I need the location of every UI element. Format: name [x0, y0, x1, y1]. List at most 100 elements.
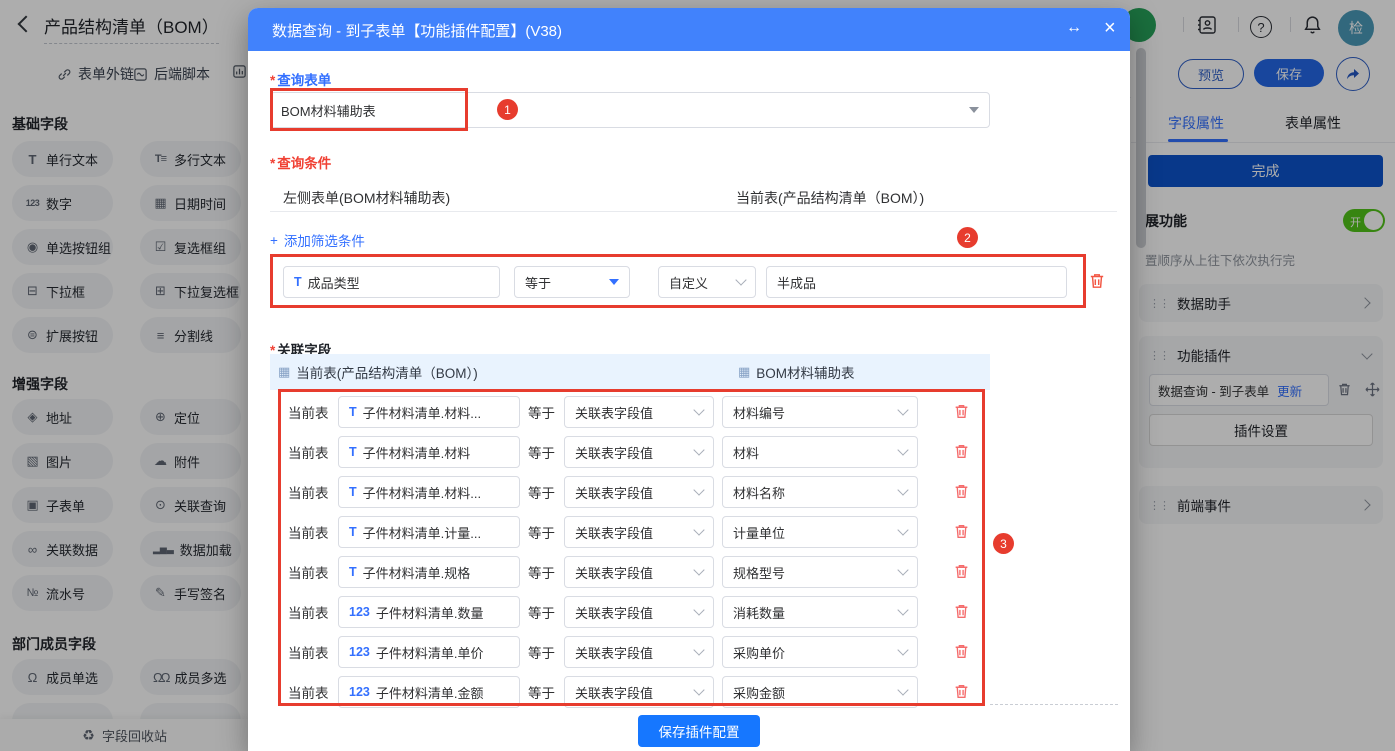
query-form-label: *查询表单: [270, 69, 331, 89]
row-field-input[interactable]: T 子件材料清单.材料: [338, 436, 520, 468]
field-type-icon: T: [349, 445, 357, 459]
row-target-select[interactable]: 材料编号: [722, 396, 918, 428]
plus-icon: +: [270, 233, 278, 248]
current-table-column-label: 当前表(产品结构清单（BOM）): [736, 188, 924, 208]
chevron-down-icon: [897, 684, 908, 695]
row-operator-label: 等于: [528, 562, 555, 582]
mapping-left-header: 当前表(产品结构清单（BOM）): [278, 362, 478, 382]
row-scope-label: 当前表: [288, 402, 329, 422]
add-filter-condition-link[interactable]: + 添加筛选条件: [270, 230, 365, 250]
row-scope-label: 当前表: [288, 522, 329, 542]
filter-field-input[interactable]: T 成品类型: [283, 266, 500, 298]
chevron-down-icon: [693, 524, 704, 535]
mapping-row: 当前表 123 子件材料清单.金额 等于 关联表字段值 采购金额: [248, 672, 1130, 712]
chevron-down-icon: [897, 564, 908, 575]
annotation-badge-3: 3: [993, 533, 1014, 554]
modal-header: 数据查询 - 到子表单【功能插件配置】(V38) ↔ ×: [248, 8, 1130, 51]
trash-icon[interactable]: [1088, 272, 1106, 295]
mapping-row: 当前表 123 子件材料清单.数量 等于 关联表字段值 消耗数量: [248, 592, 1130, 632]
row-mode-select[interactable]: 关联表字段值: [564, 676, 714, 708]
chevron-down-icon: [609, 279, 619, 285]
row-target-select[interactable]: 材料: [722, 436, 918, 468]
mapping-row: 当前表 T 子件材料清单.材料... 等于 关联表字段值 材料名称: [248, 472, 1130, 512]
table-icon: [738, 364, 750, 380]
trash-icon[interactable]: [953, 643, 970, 665]
row-field-input[interactable]: T 子件材料清单.材料...: [338, 476, 520, 508]
row-field-input[interactable]: T 子件材料清单.计量...: [338, 516, 520, 548]
row-target-select[interactable]: 计量单位: [722, 516, 918, 548]
chevron-down-icon: [693, 564, 704, 575]
trash-icon[interactable]: [953, 403, 970, 425]
row-mode-select[interactable]: 关联表字段值: [564, 556, 714, 588]
modal-title: 数据查询 - 到子表单【功能插件配置】(V38): [272, 20, 562, 41]
row-scope-label: 当前表: [288, 602, 329, 622]
left-form-column-label: 左侧表单(BOM材料辅助表): [283, 188, 450, 208]
trash-icon[interactable]: [953, 483, 970, 505]
row-mode-select[interactable]: 关联表字段值: [564, 476, 714, 508]
table-icon: [278, 364, 290, 380]
text-type-icon: T: [294, 275, 302, 289]
chevron-down-icon: [897, 444, 908, 455]
field-type-icon: T: [349, 405, 357, 419]
row-field-input[interactable]: 123 子件材料清单.数量: [338, 596, 520, 628]
row-field-input[interactable]: 123 子件材料清单.金额: [338, 676, 520, 708]
query-form-value: BOM材料辅助表: [281, 101, 963, 120]
row-scope-label: 当前表: [288, 562, 329, 582]
chevron-down-icon: [897, 604, 908, 615]
trash-icon[interactable]: [953, 523, 970, 545]
row-mode-select[interactable]: 关联表字段值: [564, 596, 714, 628]
row-target-select[interactable]: 材料名称: [722, 476, 918, 508]
trash-icon[interactable]: [953, 603, 970, 625]
chevron-down-icon: [735, 274, 746, 285]
chevron-down-icon: [693, 644, 704, 655]
field-type-icon: 123: [349, 645, 370, 659]
row-target-select[interactable]: 规格型号: [722, 556, 918, 588]
row-operator-label: 等于: [528, 442, 555, 462]
field-type-icon: T: [349, 485, 357, 499]
chevron-down-icon: [969, 107, 979, 113]
expand-icon[interactable]: ↔: [1066, 19, 1082, 37]
mapping-row: 当前表 T 子件材料清单.材料... 等于 关联表字段值 材料编号: [248, 392, 1130, 432]
filter-mode-select[interactable]: 自定义: [658, 266, 756, 298]
row-field-input[interactable]: T 子件材料清单.材料...: [338, 396, 520, 428]
plugin-config-modal: 数据查询 - 到子表单【功能插件配置】(V38) ↔ × *查询表单 BOM材料…: [248, 8, 1130, 751]
trash-icon[interactable]: [953, 563, 970, 585]
row-operator-label: 等于: [528, 402, 555, 422]
trash-icon[interactable]: [953, 443, 970, 465]
row-mode-select[interactable]: 关联表字段值: [564, 396, 714, 428]
app-root: 产品结构清单（BOM） ? 检 表单外链 后端脚本: [0, 0, 1395, 751]
close-icon[interactable]: ×: [1104, 16, 1116, 40]
mapping-right-header: BOM材料辅助表: [738, 362, 855, 382]
chevron-down-icon: [897, 484, 908, 495]
trash-icon[interactable]: [953, 683, 970, 705]
row-operator-label: 等于: [528, 522, 555, 542]
field-type-icon: T: [349, 565, 357, 579]
row-mode-select[interactable]: 关联表字段值: [564, 436, 714, 468]
filter-value-input[interactable]: 半成品: [766, 266, 1067, 298]
mapping-row: 当前表 123 子件材料清单.单价 等于 关联表字段值 采购单价: [248, 632, 1130, 672]
row-operator-label: 等于: [528, 642, 555, 662]
row-target-select[interactable]: 采购单价: [722, 636, 918, 668]
query-form-select[interactable]: BOM材料辅助表: [270, 92, 990, 128]
mapping-header-band: 当前表(产品结构清单（BOM）) BOM材料辅助表: [270, 354, 990, 390]
row-operator-label: 等于: [528, 602, 555, 622]
row-field-input[interactable]: T 子件材料清单.规格: [338, 556, 520, 588]
chevron-down-icon: [897, 524, 908, 535]
row-scope-label: 当前表: [288, 642, 329, 662]
filter-operator-select[interactable]: 等于: [514, 266, 630, 298]
field-type-icon: 123: [349, 685, 370, 699]
divider: [270, 211, 1117, 212]
row-mode-select[interactable]: 关联表字段值: [564, 516, 714, 548]
mapping-row: 当前表 T 子件材料清单.材料 等于 关联表字段值 材料: [248, 432, 1130, 472]
divider: [990, 704, 1118, 705]
chevron-down-icon: [693, 684, 704, 695]
row-field-input[interactable]: 123 子件材料清单.单价: [338, 636, 520, 668]
row-mode-select[interactable]: 关联表字段值: [564, 636, 714, 668]
row-target-select[interactable]: 消耗数量: [722, 596, 918, 628]
query-condition-label: *查询条件: [270, 152, 331, 172]
save-plugin-config-button[interactable]: 保存插件配置: [638, 715, 760, 747]
row-target-select[interactable]: 采购金额: [722, 676, 918, 708]
row-scope-label: 当前表: [288, 682, 329, 702]
row-operator-label: 等于: [528, 682, 555, 702]
mapping-row: 当前表 T 子件材料清单.规格 等于 关联表字段值 规格型号: [248, 552, 1130, 592]
